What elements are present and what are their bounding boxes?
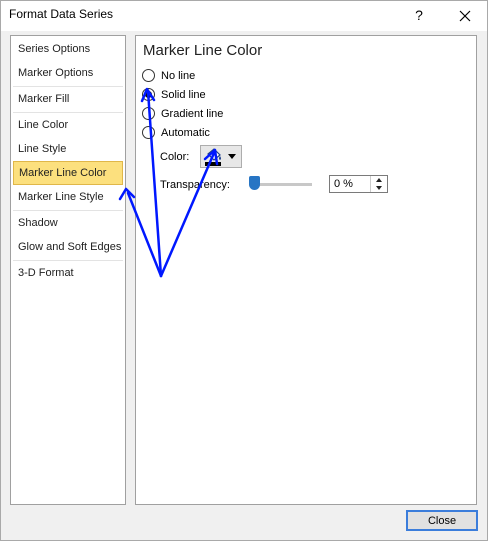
automatic-label: Automatic (161, 126, 210, 139)
transparency-value[interactable]: 0 % (334, 178, 353, 190)
sidebar-item-line-style[interactable]: Line Style (11, 137, 125, 161)
close-icon[interactable] (453, 4, 477, 28)
chevron-down-icon (228, 154, 236, 159)
sidebar-item-glow-soft-edges[interactable]: Glow and Soft Edges (11, 235, 125, 259)
window-title: Format Data Series (9, 7, 114, 21)
sidebar-item-marker-fill[interactable]: Marker Fill (11, 87, 125, 111)
category-list: Series Options Marker Options Marker Fil… (10, 35, 126, 505)
no-line-radio[interactable] (142, 69, 155, 82)
sidebar-item-series-options[interactable]: Series Options (11, 37, 125, 61)
sidebar-item-shadow[interactable]: Shadow (11, 211, 125, 235)
sidebar-item-marker-line-color[interactable]: Marker Line Color (13, 161, 123, 185)
solid-line-radio[interactable] (142, 88, 155, 101)
close-button[interactable]: Close (406, 510, 478, 531)
spin-buttons (370, 176, 387, 192)
transparency-spinbox[interactable]: 0 % (329, 175, 388, 193)
solid-line-label: Solid line (161, 88, 206, 101)
sidebar-item-3d-format[interactable]: 3-D Format (11, 261, 125, 285)
format-data-series-dialog: Format Data Series ? Series Options Mark… (0, 0, 488, 541)
options-panel: Marker Line Color No line Solid line Gra… (135, 35, 477, 505)
transparency-label: Transparency: (160, 179, 230, 191)
gradient-line-label: Gradient line (161, 107, 224, 120)
option-automatic[interactable]: Automatic (142, 124, 210, 141)
option-solid-line[interactable]: Solid line (142, 86, 206, 103)
color-picker-button[interactable] (200, 145, 242, 168)
color-label: Color: (160, 151, 190, 163)
transparency-slider-thumb[interactable] (249, 176, 260, 190)
transparency-slider-track[interactable] (252, 183, 312, 186)
option-gradient-line[interactable]: Gradient line (142, 105, 223, 122)
no-line-label: No line (161, 69, 196, 82)
gradient-line-radio[interactable] (142, 107, 155, 120)
option-no-line[interactable]: No line (142, 67, 195, 84)
color-swatch (205, 162, 221, 166)
section-title: Marker Line Color (143, 42, 263, 59)
help-button[interactable]: ? (407, 3, 431, 27)
spin-up-button[interactable] (371, 176, 387, 184)
sidebar-item-marker-line-style[interactable]: Marker Line Style (11, 185, 125, 209)
sidebar-item-marker-options[interactable]: Marker Options (11, 61, 125, 85)
spin-down-button[interactable] (371, 184, 387, 192)
arrow-up-icon (376, 178, 382, 182)
automatic-radio[interactable] (142, 126, 155, 139)
arrow-down-icon (376, 186, 382, 190)
sidebar-item-line-color[interactable]: Line Color (11, 113, 125, 137)
title-bar[interactable]: Format Data Series ? (1, 1, 487, 31)
